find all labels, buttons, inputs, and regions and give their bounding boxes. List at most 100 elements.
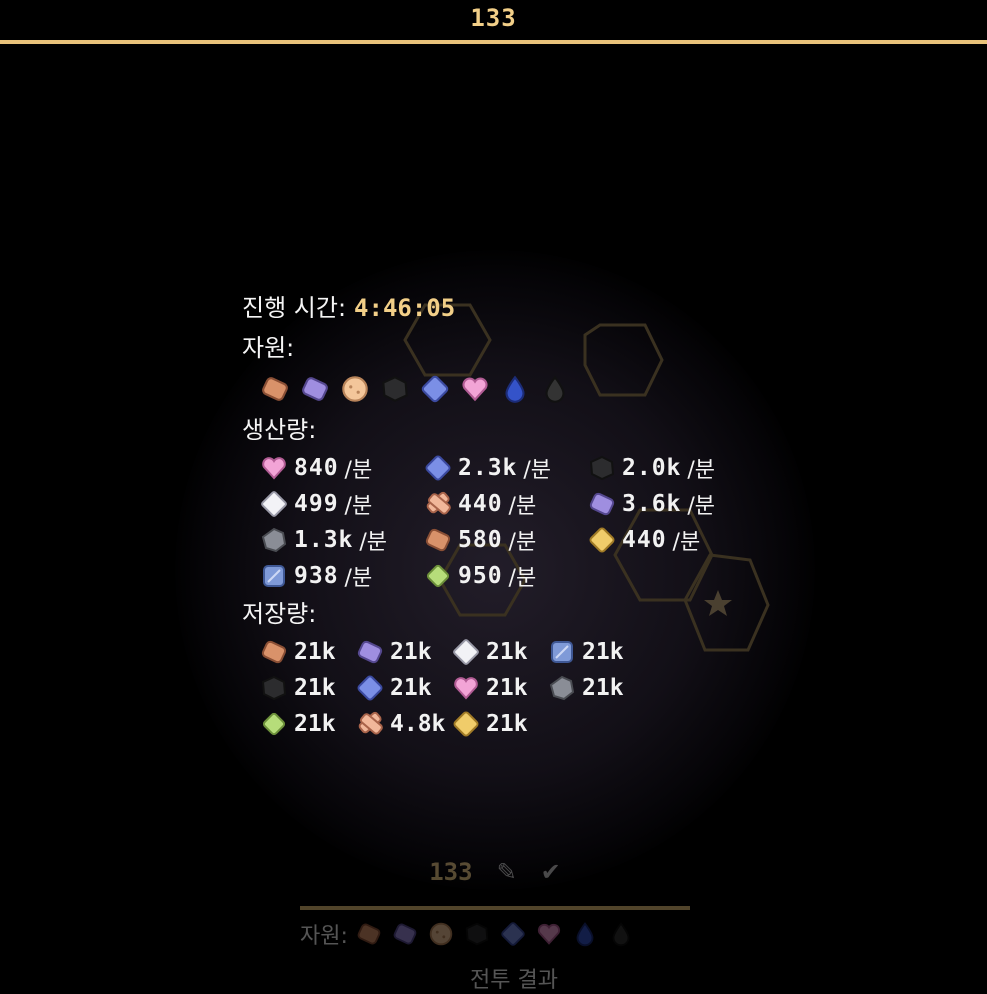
storage-header: 저장량: <box>242 594 762 634</box>
production-item: 1.3k/분 <box>258 524 422 556</box>
production-item: 840/분 <box>258 452 422 484</box>
resources-list <box>258 368 762 410</box>
stone-icon <box>258 524 290 556</box>
coal-icon <box>586 452 618 484</box>
production-grid: 840/분 2.3k/분 2.0k/분 499/분 440/분 3.6k/분 1.3k/분 5… <box>258 450 762 594</box>
top-divider <box>0 40 987 44</box>
coal-icon <box>462 919 492 949</box>
cookie-icon <box>338 372 372 406</box>
storage-value: 21k <box>294 675 336 701</box>
production-unit: /분 <box>672 530 701 555</box>
production-unit: /분 <box>523 458 552 483</box>
wood-plank-icon <box>354 708 386 740</box>
iron-bar-icon <box>586 488 618 520</box>
storage-value: 21k <box>582 639 624 665</box>
elapsed-time-value: 4:46:05 <box>354 294 456 322</box>
storage-item: 21k <box>450 636 546 668</box>
base-resources-row: 자원: <box>300 918 690 950</box>
production-item: 2.0k/분 <box>586 452 750 484</box>
storage-grid: 21k 21k 21k 21k 21k 21k 21k 21k 21k 4.8k 21k <box>258 634 762 742</box>
production-value: 440 <box>458 491 503 517</box>
production-value: 950 <box>458 563 503 589</box>
production-item: 580/분 <box>422 524 586 556</box>
storage-item: 21k <box>546 636 642 668</box>
sapphire-icon <box>354 672 386 704</box>
iron-bar-icon <box>354 636 386 668</box>
storage-value: 21k <box>486 639 528 665</box>
heart-gem-icon <box>450 672 482 704</box>
production-item: 3.6k/분 <box>586 488 750 520</box>
gold-bar-icon <box>450 708 482 740</box>
production-value: 2.3k <box>458 455 518 481</box>
production-unit: /분 <box>359 530 388 555</box>
production-unit: /분 <box>344 566 373 591</box>
white-crystal-icon <box>258 488 290 520</box>
water-drop-icon <box>570 919 600 949</box>
oil-drop-icon <box>538 372 572 406</box>
water-drop-icon <box>498 372 532 406</box>
storage-item: 21k <box>258 672 354 704</box>
sapphire-icon <box>418 372 452 406</box>
storage-item: 21k <box>450 672 546 704</box>
resources-label: 자원: <box>242 334 295 362</box>
production-label: 생산량: <box>242 416 317 444</box>
production-row: 499/분 440/분 3.6k/분 <box>258 486 762 522</box>
storage-item: 21k <box>354 672 450 704</box>
elapsed-time-row: 진행 시간: 4:46:05 <box>242 288 762 328</box>
storage-value: 21k <box>294 711 336 737</box>
production-value: 580 <box>458 527 503 553</box>
base-panel-header: 133 ✎ ✔ <box>300 850 690 894</box>
storage-label: 저장량: <box>242 600 317 628</box>
base-resources-label: 자원: <box>300 924 348 949</box>
blue-block-icon <box>546 636 578 668</box>
storage-value: 21k <box>486 675 528 701</box>
check-icon[interactable]: ✔ <box>541 858 561 886</box>
white-crystal-icon <box>450 636 482 668</box>
production-item: 2.3k/분 <box>422 452 586 484</box>
production-value: 3.6k <box>622 491 682 517</box>
production-value: 1.3k <box>294 527 354 553</box>
base-panel-divider <box>300 906 690 910</box>
resources-header: 자원: <box>242 328 762 368</box>
cookie-icon <box>426 919 456 949</box>
production-row: 840/분 2.3k/분 2.0k/분 <box>258 450 762 486</box>
storage-row: 21k 21k 21k 21k <box>258 670 762 706</box>
storage-item: 21k <box>546 672 642 704</box>
oil-drop-icon <box>606 919 636 949</box>
storage-row: 21k 4.8k 21k <box>258 706 762 742</box>
iron-bar-icon <box>298 372 332 406</box>
gold-bar-icon <box>586 524 618 556</box>
storage-value: 21k <box>390 675 432 701</box>
production-item: 938/분 <box>258 560 422 592</box>
battle-result-label: 전투 결과 <box>470 968 558 993</box>
coal-icon <box>378 372 412 406</box>
storage-value: 21k <box>486 711 528 737</box>
green-gem-icon <box>422 560 454 592</box>
copper-ingot-icon <box>258 372 292 406</box>
storage-item: 21k <box>354 636 450 668</box>
background-base-panel: 133 ✎ ✔ 자원: 전투 결과 <box>300 850 690 993</box>
production-unit: /분 <box>508 530 537 555</box>
production-value: 499 <box>294 491 339 517</box>
storage-value: 21k <box>294 639 336 665</box>
wood-plank-icon <box>422 488 454 520</box>
storage-item: 21k <box>258 708 354 740</box>
sapphire-icon <box>498 919 528 949</box>
production-item: 499/분 <box>258 488 422 520</box>
heart-gem-icon <box>258 452 290 484</box>
storage-value: 21k <box>390 639 432 665</box>
heart-gem-icon <box>458 372 492 406</box>
base-number: 133 <box>429 858 473 886</box>
pencil-icon[interactable]: ✎ <box>497 858 517 886</box>
storage-value: 4.8k <box>390 711 446 737</box>
storage-item: 21k <box>450 708 546 740</box>
coal-icon <box>258 672 290 704</box>
heart-gem-icon <box>534 919 564 949</box>
production-unit: /분 <box>344 494 373 519</box>
storage-row: 21k 21k 21k 21k <box>258 634 762 670</box>
production-row: 1.3k/분 580/분 440/분 <box>258 522 762 558</box>
stone-icon <box>546 672 578 704</box>
top-value: 133 <box>470 4 517 32</box>
storage-value: 21k <box>582 675 624 701</box>
production-item: 440/분 <box>422 488 586 520</box>
